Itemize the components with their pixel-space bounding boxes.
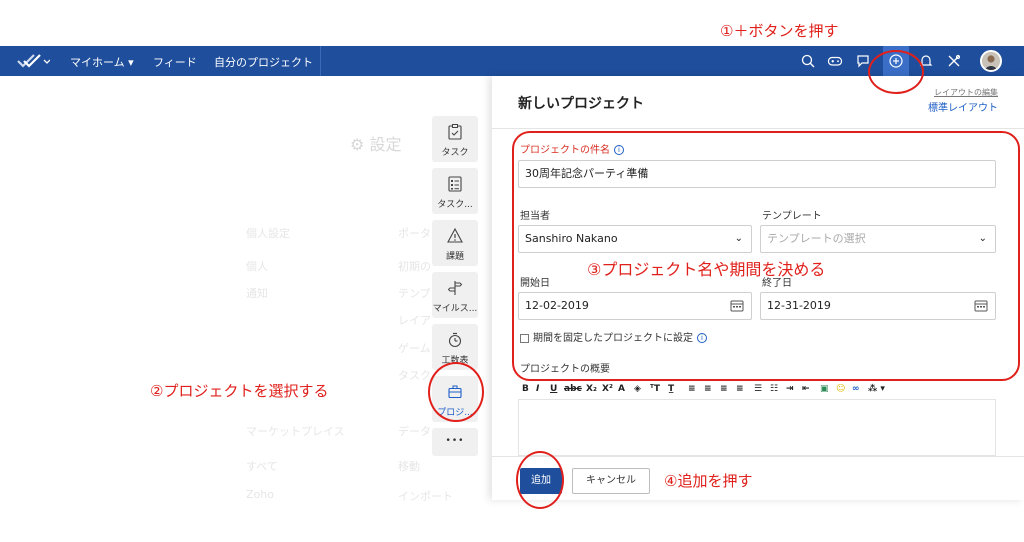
cancel-button[interactable]: キャンセル bbox=[572, 468, 650, 494]
settings-row-right: レイア bbox=[398, 314, 431, 327]
image-icon[interactable]: ▣ bbox=[820, 384, 829, 394]
panel-footer-divider bbox=[492, 456, 1024, 457]
rail-item-more[interactable]: ••• bbox=[432, 428, 478, 456]
rail-item-milestone[interactable]: マイルス... bbox=[432, 272, 478, 318]
align-center-icon[interactable]: ≡ bbox=[704, 384, 712, 394]
app-logo-icon[interactable] bbox=[16, 52, 50, 70]
strikethrough-icon[interactable]: abc bbox=[564, 384, 582, 394]
rail-label-task: タスク bbox=[441, 148, 469, 158]
avatar-photo-icon bbox=[982, 52, 1000, 70]
gamepad-icon[interactable] bbox=[827, 53, 843, 69]
settings-row-right: ゲーム bbox=[398, 342, 431, 355]
indent-icon[interactable]: ⇥ bbox=[786, 384, 794, 394]
settings-row-right: タスク bbox=[398, 369, 431, 382]
settings-row-left: Zoho bbox=[246, 488, 274, 501]
rail-label-tasklist: タスク... bbox=[437, 200, 473, 210]
user-avatar[interactable] bbox=[980, 50, 1002, 72]
nav-my-home[interactable]: マイホーム ▾ bbox=[70, 54, 134, 70]
superscript-icon[interactable]: X² bbox=[602, 384, 613, 394]
milestone-icon bbox=[447, 281, 463, 295]
nav-my-projects[interactable]: 自分のプロジェクト bbox=[214, 54, 313, 70]
underline-icon[interactable]: U bbox=[550, 384, 557, 394]
more-icon: ••• bbox=[445, 436, 465, 446]
annotation-ring-add bbox=[516, 451, 564, 509]
settings-row-right: 初期の bbox=[398, 260, 431, 273]
settings-title: ⚙ 設定 bbox=[350, 135, 402, 154]
clear-format-icon[interactable]: T̲ bbox=[668, 384, 674, 394]
annotation-ring-project bbox=[428, 362, 484, 422]
align-right-icon[interactable]: ≡ bbox=[720, 384, 728, 394]
rail-item-task[interactable]: タスク bbox=[432, 116, 478, 162]
rail-label-issue: 課題 bbox=[445, 252, 464, 262]
settings-row-right: テンプ bbox=[398, 287, 431, 300]
timer-icon bbox=[448, 332, 462, 348]
nav-divider bbox=[320, 46, 321, 76]
annotation-step4: ④追加を押す bbox=[664, 472, 753, 490]
rail-label-milestone: マイルス... bbox=[432, 304, 478, 314]
highlight-icon[interactable]: ◈ bbox=[634, 384, 641, 394]
subscript-icon[interactable]: X₂ bbox=[586, 384, 597, 394]
warning-icon bbox=[447, 227, 463, 243]
more-format-icon[interactable]: ⁂ ▾ bbox=[868, 384, 885, 394]
settings-row-left: 通知 bbox=[246, 287, 268, 300]
layout-edit-link[interactable]: レイアウトの編集 bbox=[934, 87, 998, 98]
task-icon bbox=[448, 124, 462, 140]
outdent-icon[interactable]: ⇤ bbox=[802, 384, 810, 394]
annotation-step3: ③プロジェクト名や期間を決める bbox=[587, 260, 826, 279]
overview-editor[interactable] bbox=[518, 400, 996, 456]
annotation-step2: ②プロジェクトを選択する bbox=[150, 382, 329, 400]
justify-icon[interactable]: ≡ bbox=[736, 384, 744, 394]
settings-row-right: データ bbox=[398, 425, 431, 438]
layout-standard-link[interactable]: 標準レイアウト bbox=[928, 99, 998, 114]
font-size-icon[interactable]: ᵀT bbox=[650, 384, 660, 394]
rich-text-toolbar: B I U abc X₂ X² A ◈ ᵀT T̲ ≡ ≡ ≡ ≡ ☰ ☷ ⇥ … bbox=[518, 380, 996, 400]
bold-icon[interactable]: B bbox=[522, 384, 529, 394]
rail-item-issue[interactable]: 課題 bbox=[432, 220, 478, 266]
nav-feed[interactable]: フィード bbox=[153, 54, 197, 70]
settings-row-left: 個人設定 bbox=[246, 227, 290, 240]
settings-row-left: マーケットプレイス bbox=[246, 425, 345, 438]
panel-title: 新しいプロジェクト bbox=[518, 96, 644, 112]
settings-row-left: 個人 bbox=[246, 260, 268, 273]
link-icon[interactable]: ∞ bbox=[852, 384, 860, 394]
annotation-step1: ①＋ボタンを押す bbox=[720, 22, 839, 40]
panel-header-divider bbox=[492, 128, 1024, 129]
gear-icon: ⚙ bbox=[350, 135, 365, 154]
settings-row-left: すべて bbox=[246, 460, 278, 473]
settings-row-right: 移動 bbox=[398, 460, 420, 473]
emoji-icon[interactable]: ☺ bbox=[836, 384, 845, 394]
align-left-icon[interactable]: ≡ bbox=[688, 384, 696, 394]
rail-item-tasklist[interactable]: タスク... bbox=[432, 168, 478, 214]
italic-icon[interactable]: I bbox=[536, 384, 539, 394]
tools-icon[interactable] bbox=[946, 53, 962, 69]
settings-row-right: インポート bbox=[398, 490, 453, 503]
settings-row-right: ポータ bbox=[398, 227, 431, 240]
annotation-ring-plus bbox=[868, 50, 924, 94]
text-color-icon[interactable]: A bbox=[618, 384, 625, 394]
tasklist-icon bbox=[448, 176, 462, 192]
bullet-list-icon[interactable]: ☰ bbox=[754, 384, 762, 394]
search-icon[interactable] bbox=[800, 53, 816, 69]
numbered-list-icon[interactable]: ☷ bbox=[770, 384, 778, 394]
